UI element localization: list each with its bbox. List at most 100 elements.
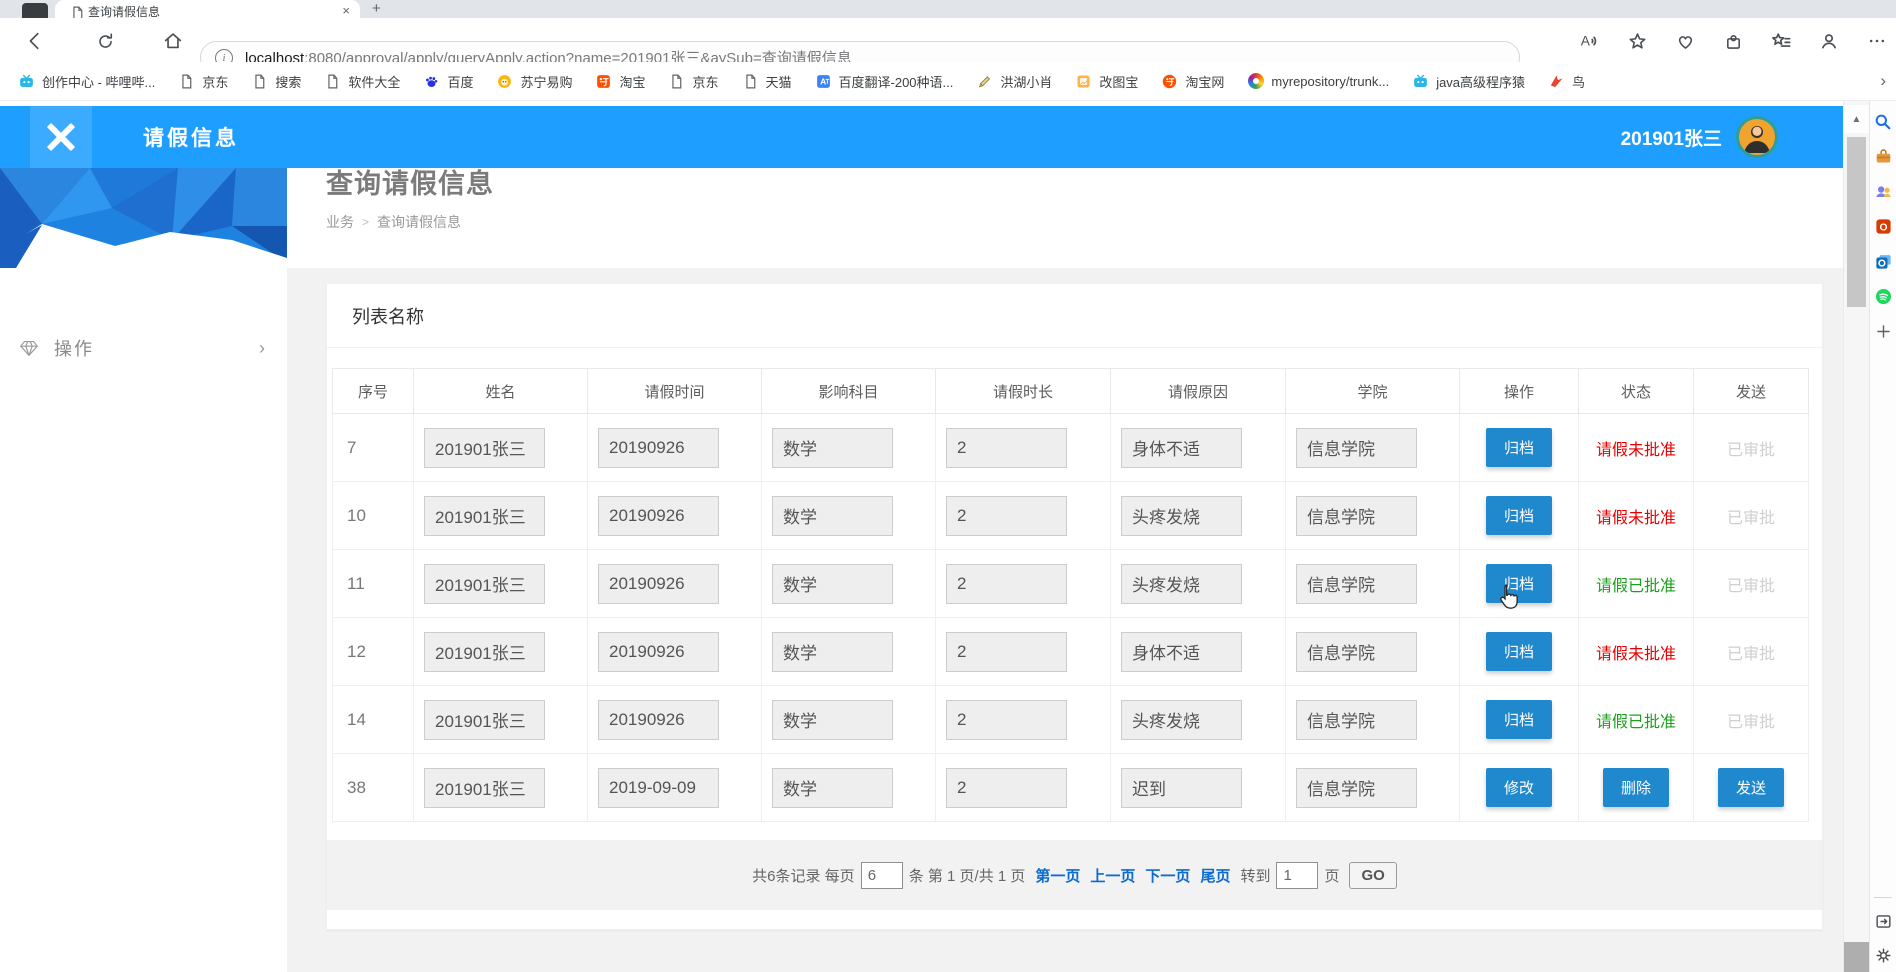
tab-close-icon[interactable]: × <box>342 4 350 17</box>
college-input[interactable] <box>1296 632 1417 672</box>
archive-button[interactable]: 归档 <box>1486 496 1552 535</box>
college-input[interactable] <box>1296 496 1417 536</box>
search-icon[interactable] <box>1873 111 1894 132</box>
subject-input[interactable] <box>772 632 893 672</box>
per-page-input[interactable] <box>861 862 903 889</box>
duration-input[interactable] <box>946 632 1067 672</box>
bookmark-item[interactable]: 改图宝 <box>1075 72 1138 91</box>
reason-input[interactable] <box>1121 700 1242 740</box>
delete-button[interactable]: 删除 <box>1603 768 1669 807</box>
subject-input[interactable] <box>772 496 893 536</box>
name-input[interactable] <box>424 428 545 468</box>
menu-close-button[interactable] <box>30 106 92 168</box>
prev-page-link[interactable]: 上一页 <box>1090 865 1135 886</box>
college-input[interactable] <box>1296 428 1417 468</box>
edit-button[interactable]: 修改 <box>1486 768 1552 807</box>
archive-button[interactable]: 归档 <box>1486 700 1552 739</box>
bookmark-item[interactable]: 淘宝 <box>595 72 645 91</box>
leave-time-input[interactable] <box>598 632 719 672</box>
add-favorite-icon[interactable] <box>1624 28 1650 54</box>
browser-tab[interactable]: 查询请假信息 × <box>55 0 360 18</box>
bookmark-item[interactable]: 创作中心 - 哔哩哔... <box>18 72 155 91</box>
breadcrumb-item[interactable]: 业务 <box>326 212 354 232</box>
name-input[interactable] <box>424 632 545 672</box>
send-button[interactable]: 发送 <box>1718 768 1784 807</box>
leave-time-input[interactable] <box>598 768 719 808</box>
duration-input[interactable] <box>946 496 1067 536</box>
subject-input[interactable] <box>772 700 893 740</box>
subject-input[interactable] <box>772 428 893 468</box>
go-button[interactable]: GO <box>1349 862 1396 889</box>
send-status-text: 已审批 <box>1727 510 1775 527</box>
office-icon[interactable]: O <box>1873 216 1894 237</box>
essentials-icon[interactable] <box>1672 28 1698 54</box>
archive-button[interactable]: 归档 <box>1486 428 1552 467</box>
reason-input[interactable] <box>1121 632 1242 672</box>
toolbox-icon[interactable] <box>1873 146 1894 167</box>
duration-input[interactable] <box>946 428 1067 468</box>
reason-input[interactable] <box>1121 496 1242 536</box>
current-user[interactable]: 201901张三 <box>1621 124 1722 151</box>
college-input[interactable] <box>1296 564 1417 604</box>
read-aloud-icon[interactable]: A <box>1576 28 1602 54</box>
spotify-icon[interactable] <box>1873 286 1894 307</box>
back-icon[interactable] <box>22 28 48 54</box>
home-icon[interactable] <box>160 28 186 54</box>
more-icon[interactable] <box>1864 28 1890 54</box>
scrollbar-thumb[interactable] <box>1847 137 1866 307</box>
leave-time-input[interactable] <box>598 700 719 740</box>
leave-time-input[interactable] <box>598 428 719 468</box>
scrollbar-down-button[interactable] <box>1844 942 1869 972</box>
bookmark-item[interactable]: A百度翻译-200种语... <box>815 72 954 91</box>
college-input[interactable] <box>1296 768 1417 808</box>
bookmark-item[interactable]: java高级程序猿 <box>1412 72 1525 91</box>
name-input[interactable] <box>424 700 545 740</box>
sidebar-item-operations[interactable]: 操作 › <box>0 326 287 370</box>
name-input[interactable] <box>424 496 545 536</box>
reason-input[interactable] <box>1121 428 1242 468</box>
favorites-icon[interactable] <box>1768 28 1794 54</box>
bookmark-item[interactable]: 天猫 <box>742 72 792 91</box>
bookmark-item[interactable]: 百度 <box>423 72 473 91</box>
name-input[interactable] <box>424 564 545 604</box>
archive-button[interactable]: 归档 <box>1486 632 1552 671</box>
name-input[interactable] <box>424 768 545 808</box>
leave-time-input[interactable] <box>598 496 719 536</box>
bookmark-item[interactable]: myrepository/trunk... <box>1247 73 1389 90</box>
bookmark-item[interactable]: 淘宝网 <box>1161 72 1224 91</box>
duration-input[interactable] <box>946 700 1067 740</box>
panel-icon[interactable] <box>1873 911 1894 932</box>
reason-input[interactable] <box>1121 768 1242 808</box>
bookmark-item[interactable]: 搜索 <box>251 72 301 91</box>
add-icon[interactable] <box>1873 321 1894 342</box>
new-tab-icon[interactable]: + <box>372 0 381 17</box>
subject-input[interactable] <box>772 768 893 808</box>
profile-icon[interactable] <box>1816 28 1842 54</box>
people-icon[interactable] <box>1873 181 1894 202</box>
leave-time-input[interactable] <box>598 564 719 604</box>
next-page-link[interactable]: 下一页 <box>1145 865 1190 886</box>
refresh-icon[interactable] <box>92 28 118 54</box>
reason-input[interactable] <box>1121 564 1242 604</box>
bookmark-item[interactable]: 洪湖小肖 <box>976 72 1052 91</box>
user-avatar[interactable] <box>1736 116 1778 158</box>
outlook-icon[interactable] <box>1873 251 1894 272</box>
first-page-link[interactable]: 第一页 <box>1035 865 1080 886</box>
bookmark-item[interactable]: 苏宁易购 <box>496 72 572 91</box>
workspace-button[interactable] <box>22 3 48 18</box>
extensions-icon[interactable] <box>1720 28 1746 54</box>
last-page-link[interactable]: 尾页 <box>1200 865 1230 886</box>
college-input[interactable] <box>1296 700 1417 740</box>
page-scrollbar[interactable]: ▲ <box>1843 101 1869 972</box>
subject-input[interactable] <box>772 564 893 604</box>
scrollbar-up-icon[interactable]: ▲ <box>1844 105 1869 133</box>
goto-page-input[interactable] <box>1276 862 1318 889</box>
bookmark-item[interactable]: 软件大全 <box>324 72 400 91</box>
bookmark-item[interactable]: 京东 <box>668 72 718 91</box>
bookmark-item[interactable]: 京东 <box>178 72 228 91</box>
settings-icon[interactable] <box>1873 945 1894 966</box>
duration-input[interactable] <box>946 564 1067 604</box>
bookmarks-overflow-icon[interactable]: › <box>1880 71 1886 91</box>
duration-input[interactable] <box>946 768 1067 808</box>
bookmark-item[interactable]: 鸟 <box>1548 72 1585 91</box>
